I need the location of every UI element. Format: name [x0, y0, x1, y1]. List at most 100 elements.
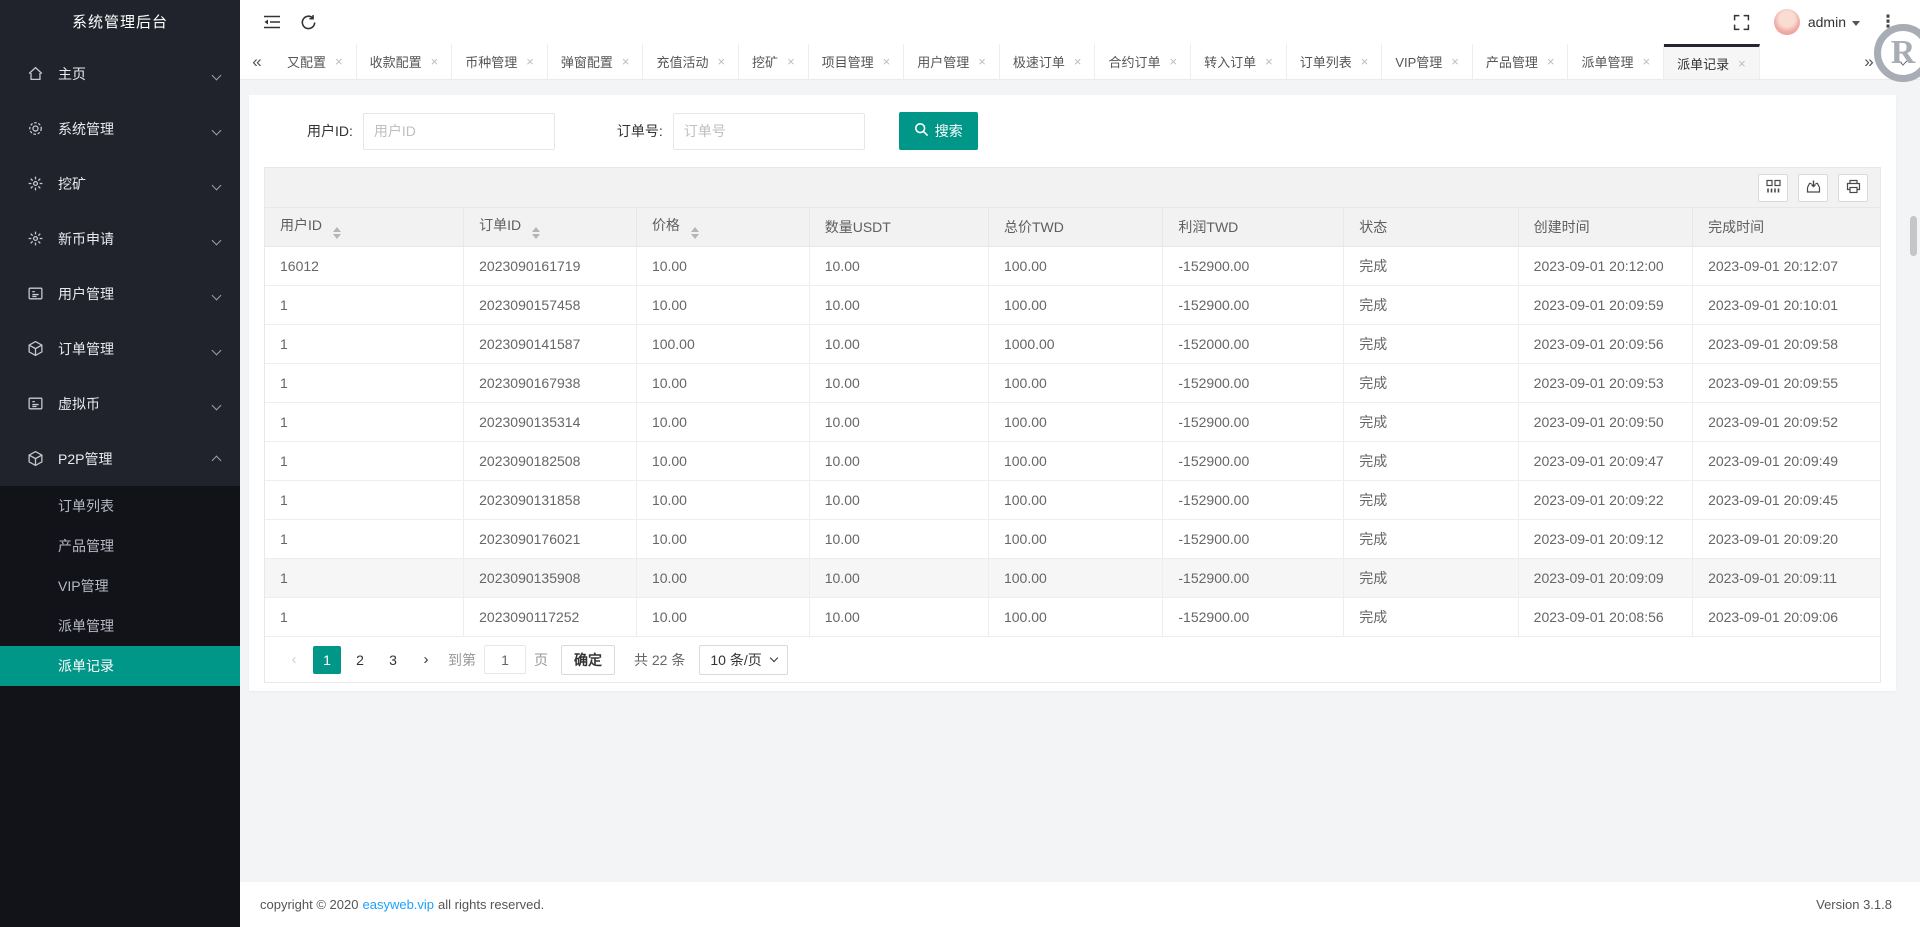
cell-status: 完成	[1344, 558, 1518, 597]
scrollbar-thumb[interactable]	[1910, 216, 1917, 256]
close-icon[interactable]: ×	[1643, 55, 1651, 68]
sidebar-subitem[interactable]: 派单管理	[0, 606, 240, 646]
tab[interactable]: 充值活动 ×	[643, 44, 739, 79]
tab[interactable]: 产品管理 ×	[1473, 44, 1569, 79]
cell-price: 10.00	[636, 402, 809, 441]
tab[interactable]: 用户管理 ×	[904, 44, 1000, 79]
table-row[interactable]: 1 2023090157458 10.00 10.00 100.00 -1529…	[265, 285, 1880, 324]
fullscreen-icon[interactable]	[1724, 4, 1760, 40]
page-jump-input[interactable]	[484, 645, 526, 674]
sidebar-filler	[0, 686, 240, 927]
close-icon[interactable]: ×	[1265, 55, 1273, 68]
table-row[interactable]: 1 2023090135908 10.00 10.00 100.00 -1529…	[265, 558, 1880, 597]
sidebar-item[interactable]: 挖矿	[0, 156, 240, 211]
column-header[interactable]: 数量USDT	[809, 208, 988, 246]
tab[interactable]: 订单列表 ×	[1287, 44, 1383, 79]
tab[interactable]: 项目管理 ×	[809, 44, 905, 79]
tab[interactable]: 极速订单 ×	[1000, 44, 1096, 79]
tab[interactable]: VIP管理 ×	[1382, 44, 1473, 79]
sidebar-item[interactable]: 主页	[0, 46, 240, 101]
avatar[interactable]	[1774, 9, 1800, 35]
close-icon[interactable]: ×	[1170, 55, 1178, 68]
cell-finished-at: 2023-09-01 20:09:45	[1693, 480, 1880, 519]
search-button[interactable]: 搜索	[899, 112, 978, 150]
cell-order-id: 2023090117252	[464, 597, 637, 636]
close-icon[interactable]: ×	[622, 55, 630, 68]
close-icon[interactable]: ×	[1361, 55, 1369, 68]
prev-page-icon[interactable]: ‹	[280, 646, 308, 674]
easyweb-link[interactable]: easyweb.vip	[362, 897, 434, 912]
filter-columns-button[interactable]	[1758, 174, 1788, 202]
close-icon[interactable]: ×	[431, 55, 439, 68]
sidebar-item[interactable]: 新币申请	[0, 211, 240, 266]
close-icon[interactable]: ×	[787, 55, 795, 68]
column-header[interactable]: 总价TWD	[988, 208, 1162, 246]
tab[interactable]: 派单记录 ×	[1664, 44, 1760, 79]
tab[interactable]: 合约订单 ×	[1095, 44, 1191, 79]
sort-icon[interactable]	[691, 227, 699, 239]
cell-user-id: 1	[265, 363, 464, 402]
cell-status: 完成	[1344, 324, 1518, 363]
column-header[interactable]: 利润TWD	[1163, 208, 1344, 246]
table-row[interactable]: 1 2023090182508 10.00 10.00 100.00 -1529…	[265, 441, 1880, 480]
sidebar-subitem[interactable]: 订单列表	[0, 486, 240, 526]
export-button[interactable]	[1798, 174, 1828, 202]
next-page-icon[interactable]: ›	[412, 646, 440, 674]
close-icon[interactable]: ×	[883, 55, 891, 68]
user-id-input[interactable]	[363, 113, 555, 150]
table-row[interactable]: 1 2023090117252 10.00 10.00 100.00 -1529…	[265, 597, 1880, 636]
export-icon	[1806, 179, 1821, 197]
sidebar-item[interactable]: 系统管理	[0, 101, 240, 156]
close-icon[interactable]: ×	[526, 55, 534, 68]
sidebar-item[interactable]: 订单管理	[0, 321, 240, 376]
tab[interactable]: 币种管理 ×	[452, 44, 548, 79]
chevron-down-icon	[213, 341, 220, 357]
column-header[interactable]: 完成时间	[1693, 208, 1880, 246]
page-number[interactable]: 1	[313, 646, 341, 674]
tab[interactable]: 又配置 ×	[274, 44, 357, 79]
close-icon[interactable]: ×	[335, 55, 343, 68]
sort-icon[interactable]	[333, 227, 341, 239]
page-number[interactable]: 3	[379, 646, 407, 674]
tab[interactable]: 挖矿 ×	[739, 44, 809, 79]
close-icon[interactable]: ×	[1074, 55, 1082, 68]
page-number[interactable]: 2	[346, 646, 374, 674]
table-row[interactable]: 1 2023090135314 10.00 10.00 100.00 -1529…	[265, 402, 1880, 441]
cell-created-at: 2023-09-01 20:09:12	[1518, 519, 1692, 558]
sidebar-item[interactable]: 用户管理	[0, 266, 240, 321]
column-header[interactable]: 价格	[636, 208, 809, 246]
tab[interactable]: 收款配置 ×	[357, 44, 453, 79]
close-icon[interactable]: ×	[1547, 55, 1555, 68]
page-jump-confirm-button[interactable]: 确定	[561, 645, 615, 675]
column-header[interactable]: 创建时间	[1518, 208, 1692, 246]
table-row[interactable]: 1 2023090176021 10.00 10.00 100.00 -1529…	[265, 519, 1880, 558]
close-icon[interactable]: ×	[978, 55, 986, 68]
order-no-input[interactable]	[673, 113, 865, 150]
table-row[interactable]: 1 2023090131858 10.00 10.00 100.00 -1529…	[265, 480, 1880, 519]
page-size-select[interactable]: 10 条/页	[699, 645, 787, 675]
print-button[interactable]	[1838, 174, 1868, 202]
column-header[interactable]: 状态	[1344, 208, 1518, 246]
sort-icon[interactable]	[532, 227, 540, 239]
tab[interactable]: 派单管理 ×	[1568, 44, 1664, 79]
tab[interactable]: 弹窗配置 ×	[548, 44, 644, 79]
refresh-icon[interactable]	[290, 4, 326, 40]
sidebar-subitem[interactable]: 产品管理	[0, 526, 240, 566]
sidebar-item[interactable]: P2P管理	[0, 431, 240, 486]
table-row[interactable]: 1 2023090141587 100.00 10.00 1000.00 -15…	[265, 324, 1880, 363]
tabs-scroll-left-icon[interactable]: «	[240, 44, 274, 79]
close-icon[interactable]: ×	[717, 55, 725, 68]
close-icon[interactable]: ×	[1451, 55, 1459, 68]
table-row[interactable]: 16012 2023090161719 10.00 10.00 100.00 -…	[265, 246, 1880, 285]
close-icon[interactable]: ×	[1738, 57, 1746, 70]
menu-fold-icon[interactable]	[254, 4, 290, 40]
table-row[interactable]: 1 2023090167938 10.00 10.00 100.00 -1529…	[265, 363, 1880, 402]
sidebar-subitem[interactable]: 派单记录	[0, 646, 240, 686]
column-header[interactable]: 用户ID	[265, 208, 464, 246]
sidebar-subitem[interactable]: VIP管理	[0, 566, 240, 606]
tab[interactable]: 转入订单 ×	[1191, 44, 1287, 79]
sidebar-item[interactable]: 虚拟币	[0, 376, 240, 431]
column-header[interactable]: 订单ID	[464, 208, 637, 246]
username[interactable]: admin	[1808, 14, 1846, 30]
tab-label: 派单记录	[1677, 54, 1729, 73]
